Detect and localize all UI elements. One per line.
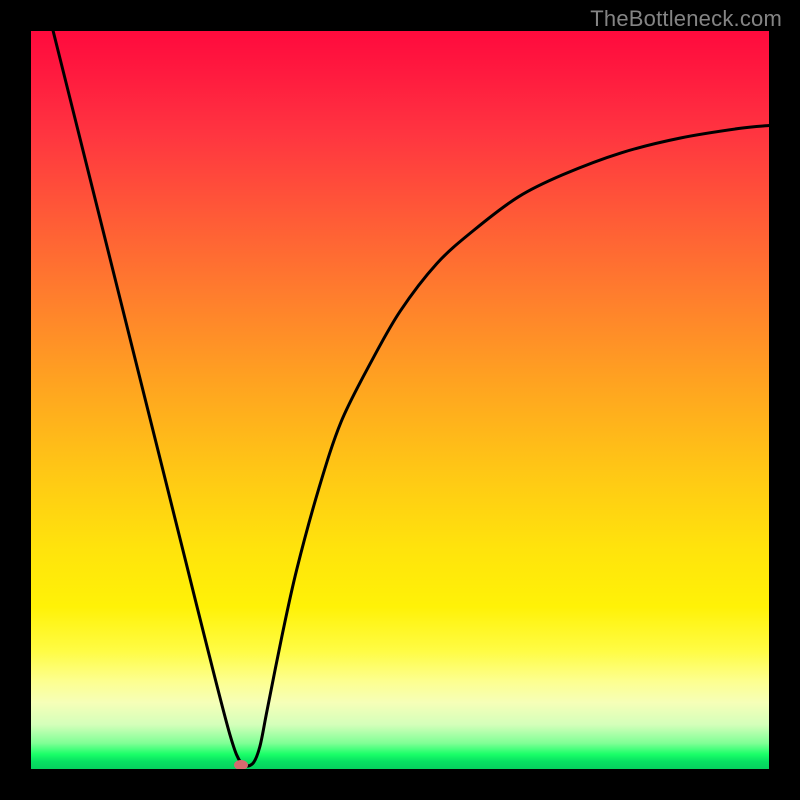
minimum-marker — [234, 760, 248, 769]
curve-line — [31, 31, 769, 769]
watermark-text: TheBottleneck.com — [590, 6, 782, 32]
chart-frame: TheBottleneck.com — [0, 0, 800, 800]
plot-area — [31, 31, 769, 769]
